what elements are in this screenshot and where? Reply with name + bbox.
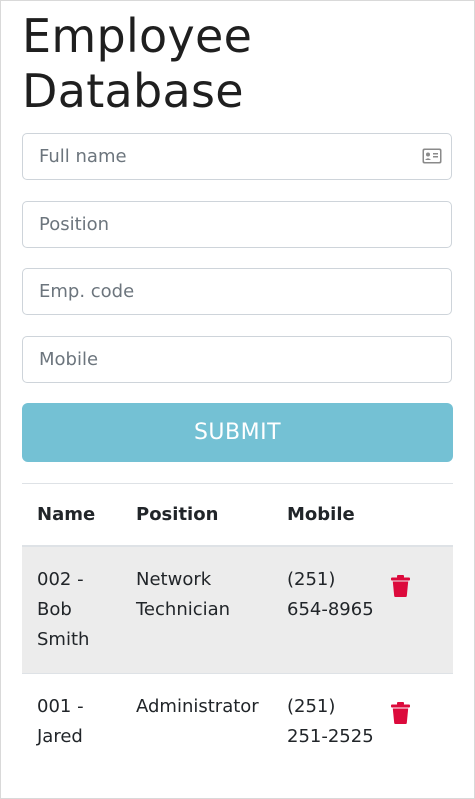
cell-actions: [374, 545, 453, 674]
header-position: Position: [121, 483, 272, 547]
trash-icon[interactable]: [391, 702, 410, 724]
cell-position: Administrator: [121, 673, 272, 770]
position-field[interactable]: [22, 201, 452, 248]
cell-name: 001 - Jared: [22, 673, 121, 770]
table-header-row: Name Position Mobile: [22, 483, 453, 547]
table-row[interactable]: 001 - Jared Administrator (251) 251-2525: [22, 673, 453, 770]
header-actions: [374, 483, 453, 547]
emp-code-input[interactable]: [23, 269, 451, 314]
full-name-input[interactable]: [23, 134, 451, 179]
cell-position: Network Technician: [121, 545, 272, 674]
page-title: Employee Database: [22, 9, 253, 118]
trash-icon[interactable]: [391, 575, 410, 597]
position-input[interactable]: [23, 202, 451, 247]
mobile-input[interactable]: [23, 337, 451, 382]
cell-actions: [374, 673, 453, 770]
submit-button[interactable]: SUBMIT: [22, 403, 453, 462]
cell-name: 002 - Bob Smith: [22, 545, 121, 674]
table-row[interactable]: 002 - Bob Smith Network Technician (251)…: [22, 545, 453, 674]
cell-mobile: (251) 251-2525: [272, 673, 374, 770]
header-mobile: Mobile: [272, 483, 374, 547]
cell-mobile: (251) 654-8965: [272, 545, 374, 674]
full-name-field[interactable]: [22, 133, 452, 180]
header-name: Name: [22, 483, 121, 547]
id-card-icon: [422, 148, 442, 164]
emp-code-field[interactable]: [22, 268, 452, 315]
mobile-field[interactable]: [22, 336, 452, 383]
app-frame: Employee Database SUBMIT Name Position M…: [0, 0, 475, 799]
employee-table: Name Position Mobile 002 - Bob Smith Net…: [22, 483, 453, 770]
